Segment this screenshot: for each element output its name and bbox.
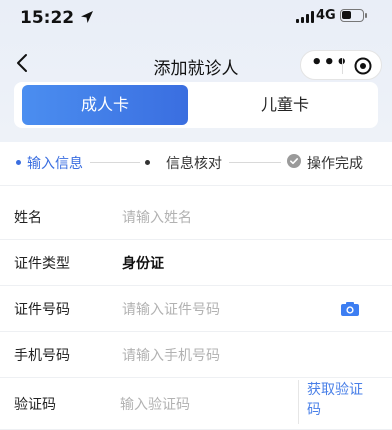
- step-connector: [229, 162, 281, 163]
- status-bar: 15:22 4G: [0, 0, 392, 40]
- form-card: 输入信息 信息核对 操作完成 姓名 请输入姓名 证件类型 身份证 证件号码 请输…: [0, 142, 392, 430]
- signal-icon: [296, 11, 314, 23]
- get-code-button[interactable]: 获取验证 码: [298, 380, 374, 424]
- card-type-tabs: 成人卡 儿童卡: [14, 82, 378, 128]
- id-number-input[interactable]: 请输入证件号码: [122, 299, 220, 319]
- form-row-id-type: 证件类型 身份证: [0, 240, 392, 286]
- step-connector: [90, 162, 140, 163]
- capsule-divider: [342, 58, 343, 74]
- network-type: 4G: [316, 8, 336, 23]
- camera-icon[interactable]: [340, 301, 360, 317]
- get-code-label-line2: 码: [307, 402, 321, 418]
- status-time: 15:22: [20, 8, 75, 28]
- id-number-label: 证件号码: [14, 302, 70, 318]
- form-row-phone: 手机号码 请输入手机号码: [0, 332, 392, 378]
- phone-label: 手机号码: [14, 348, 70, 364]
- verify-code-label: 验证码: [14, 397, 56, 413]
- step-3-label: 操作完成: [307, 156, 363, 172]
- battery-icon: [340, 9, 367, 22]
- progress-steps: 输入信息 信息核对 操作完成: [0, 142, 392, 186]
- tab-child-card[interactable]: 儿童卡: [202, 85, 368, 125]
- step-2-dot: [145, 160, 150, 165]
- more-options-button[interactable]: •••: [311, 51, 348, 79]
- id-type-select[interactable]: 身份证: [122, 253, 164, 273]
- step-1-label: 输入信息: [27, 156, 83, 172]
- form-row-name: 姓名 请输入姓名: [0, 194, 392, 240]
- verify-code-input[interactable]: 输入验证码: [120, 394, 190, 414]
- check-circle-icon: [287, 154, 301, 168]
- name-input[interactable]: 请输入姓名: [122, 207, 192, 227]
- name-label: 姓名: [14, 210, 42, 226]
- form-row-verify-code: 验证码 输入验证码 获取验证 码: [0, 378, 392, 430]
- get-code-label-line1: 获取验证: [307, 382, 363, 398]
- phone-input[interactable]: 请输入手机号码: [122, 345, 220, 365]
- step-1-dot: [16, 160, 21, 165]
- step-2-label: 信息核对: [166, 156, 222, 172]
- form-row-id-number: 证件号码 请输入证件号码: [0, 286, 392, 332]
- location-arrow-icon: [81, 11, 93, 23]
- tab-adult-card[interactable]: 成人卡: [22, 85, 188, 125]
- close-target-icon[interactable]: [353, 56, 373, 76]
- id-type-label: 证件类型: [14, 256, 70, 272]
- miniprogram-capsule: •••: [300, 50, 382, 80]
